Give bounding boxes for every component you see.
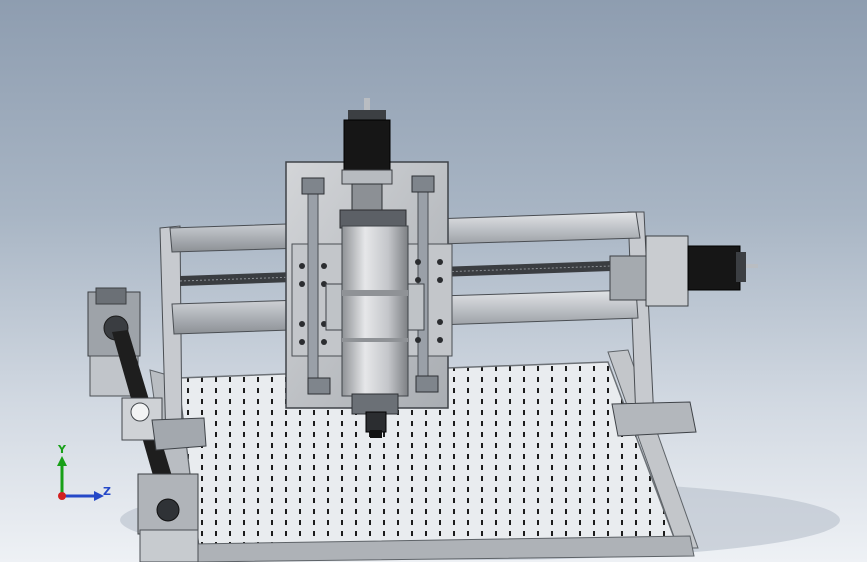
gantry-foot-right — [611, 401, 697, 437]
z-motor-flange — [341, 169, 393, 185]
z-coupler — [351, 183, 383, 211]
spindle-collet — [365, 411, 387, 433]
x-motor-body — [687, 245, 741, 291]
spindle-collet-tip — [370, 430, 382, 438]
z-rail-block-top-left — [301, 177, 325, 195]
z-motor-cap — [348, 110, 386, 120]
x-motor-housing — [645, 235, 689, 307]
triad-x-axis-icon — [58, 492, 66, 500]
triad-y-label: Y — [58, 443, 66, 456]
y-motor-front-shaft — [156, 498, 180, 522]
gantry-foot-left — [151, 417, 207, 451]
spindle-body — [341, 225, 409, 397]
triad-z-label: Z — [103, 485, 111, 498]
y-motor-front-base — [139, 529, 199, 562]
3d-model-viewport[interactable]: Y Z — [0, 0, 867, 562]
x-motor-endcap — [736, 252, 746, 282]
x-motor-shaft — [746, 264, 758, 268]
z-rail-block-bottom-left — [307, 377, 331, 395]
z-rail-left — [307, 185, 319, 387]
y-bearing-bore-left — [130, 402, 150, 422]
y-motor-left-cap — [95, 287, 127, 305]
spindle-nose — [351, 393, 399, 415]
cnc-router-model[interactable] — [0, 0, 867, 562]
view-orientation-triad: Y Z — [48, 440, 120, 510]
z-motor-body — [343, 119, 391, 177]
triad-y-arrow-icon — [57, 456, 67, 466]
spindle-band-2 — [342, 338, 408, 342]
z-rail-block-top-right — [411, 175, 435, 193]
x-motor-mount — [609, 255, 647, 301]
z-rail-block-bottom-right — [415, 375, 439, 393]
spindle-band-1 — [342, 290, 408, 296]
z-motor-shaft — [364, 98, 370, 112]
spindle-top-cap — [339, 209, 407, 229]
